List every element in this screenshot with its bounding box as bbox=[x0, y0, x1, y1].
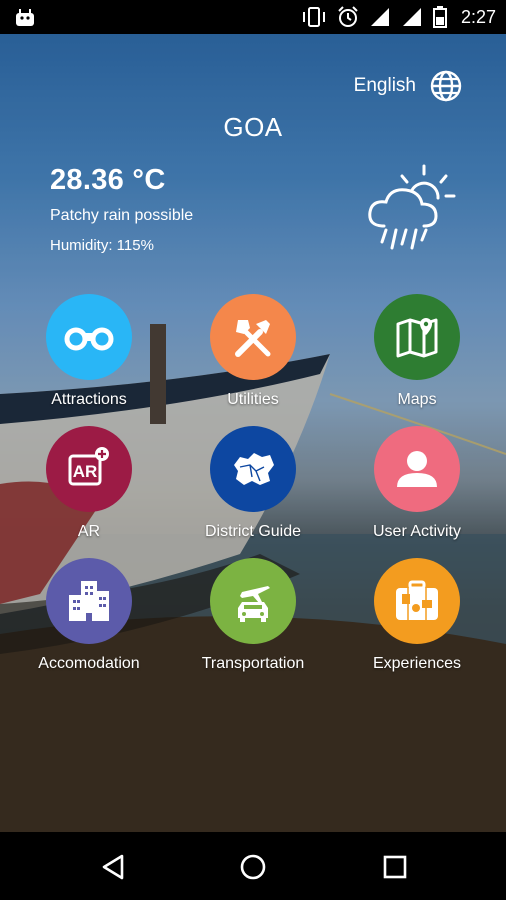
humidity: Humidity: 115% bbox=[50, 237, 154, 254]
tile-label: Experiences bbox=[372, 655, 462, 672]
weather-info: 28.36 °C Patchy rain possible Humidity: … bbox=[50, 164, 193, 254]
back-icon[interactable] bbox=[98, 852, 128, 882]
ar-icon: AR bbox=[68, 447, 109, 486]
district-map-icon bbox=[234, 453, 274, 485]
tile-district-guide[interactable]: District Guide bbox=[173, 426, 333, 541]
tile-label: District Guide bbox=[204, 523, 302, 540]
tile-label: Transportation bbox=[201, 655, 305, 672]
tile-attractions[interactable]: Attractions bbox=[9, 294, 169, 409]
transportation-button[interactable] bbox=[210, 558, 296, 644]
utilities-button[interactable] bbox=[210, 294, 296, 380]
map-icon bbox=[396, 314, 438, 358]
accomodation-button[interactable] bbox=[46, 558, 132, 644]
tile-label: Utilities bbox=[227, 391, 279, 408]
user-icon bbox=[397, 451, 437, 487]
battery-icon bbox=[432, 6, 447, 28]
attractions-button[interactable] bbox=[46, 294, 132, 380]
wifi-icon bbox=[402, 8, 421, 26]
clock: 2:27 bbox=[460, 6, 496, 27]
binoculars-icon bbox=[64, 327, 114, 351]
tile-experiences[interactable]: Experiences bbox=[337, 558, 497, 673]
transport-icon bbox=[238, 586, 270, 622]
vibrate-icon bbox=[302, 7, 325, 27]
maps-button[interactable] bbox=[374, 294, 460, 380]
recents-icon[interactable] bbox=[380, 852, 410, 882]
tile-label: AR bbox=[77, 523, 101, 540]
tools-icon bbox=[235, 320, 271, 357]
rain-sun-icon bbox=[368, 164, 456, 250]
tile-label: Accomodation bbox=[38, 655, 140, 672]
tile-ar[interactable]: AR AR bbox=[9, 426, 169, 541]
alarm-icon bbox=[338, 6, 358, 27]
tile-label: Attractions bbox=[51, 391, 127, 408]
temperature: 28.36 °C bbox=[50, 164, 166, 196]
tile-label: User Activity bbox=[372, 523, 461, 540]
luggage-icon bbox=[396, 580, 438, 620]
home-icon[interactable] bbox=[238, 852, 268, 882]
android-icon bbox=[16, 9, 34, 26]
globe-icon bbox=[430, 70, 462, 102]
status-bar: 2:27 bbox=[0, 0, 506, 34]
home-screen: English GOA 28.36 °C Patchy rain possibl… bbox=[0, 34, 506, 832]
user-activity-button[interactable] bbox=[374, 426, 460, 512]
tile-transportation[interactable]: Transportation bbox=[173, 558, 333, 673]
tile-accomodation[interactable]: Accomodation bbox=[9, 558, 169, 673]
building-icon bbox=[69, 581, 109, 621]
tile-label: Maps bbox=[397, 391, 437, 408]
navigation-bar bbox=[0, 832, 506, 900]
weather-condition: Patchy rain possible bbox=[50, 207, 194, 224]
city-title: GOA bbox=[223, 112, 283, 142]
district-guide-button[interactable] bbox=[210, 426, 296, 512]
tile-maps[interactable]: Maps bbox=[337, 294, 497, 409]
language-label: English bbox=[353, 75, 416, 96]
signal-icon bbox=[370, 8, 389, 26]
language-selector[interactable]: English bbox=[354, 70, 462, 102]
tile-user-activity[interactable]: User Activity bbox=[337, 426, 497, 541]
experiences-button[interactable] bbox=[374, 558, 460, 644]
ar-button[interactable]: AR bbox=[46, 426, 132, 512]
tile-utilities[interactable]: Utilities bbox=[173, 294, 333, 409]
svg-text:AR: AR bbox=[73, 462, 98, 481]
